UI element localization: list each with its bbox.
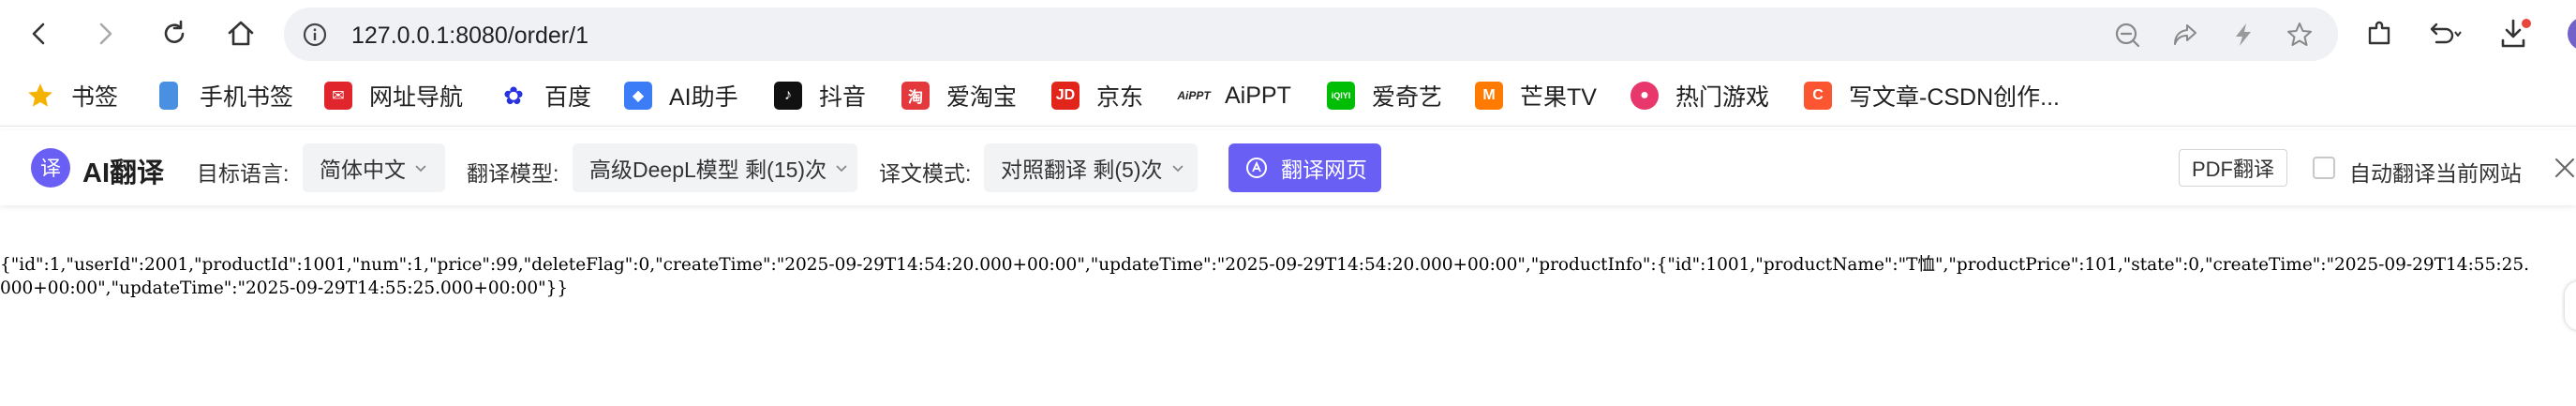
target-language-select[interactable]: 简体中文 bbox=[303, 143, 445, 192]
chevron-down-icon bbox=[836, 165, 847, 173]
home-icon bbox=[228, 21, 254, 46]
bookmark-label: 手机书签 bbox=[200, 84, 294, 111]
bookmark-label: 百度 bbox=[544, 84, 592, 111]
pdf-translate-button[interactable]: PDF翻译 bbox=[2179, 149, 2287, 187]
close-icon[interactable] bbox=[2554, 157, 2576, 179]
floating-side-button[interactable] bbox=[2565, 281, 2576, 330]
iqiyi-icon: iQIYI bbox=[1327, 82, 1355, 110]
translator-brand: AI翻译 bbox=[82, 158, 165, 188]
translate-page-label: 翻译网页 bbox=[1281, 158, 1367, 182]
translate-page-button[interactable]: 翻译网页 bbox=[1228, 143, 1381, 192]
mobile-icon bbox=[159, 82, 178, 110]
reload-button[interactable] bbox=[156, 15, 193, 53]
bookmark-item[interactable]: JD 京东 bbox=[1051, 80, 1143, 112]
reload-icon bbox=[164, 20, 185, 43]
bookmark-label: 写文章-CSDN创作... bbox=[1849, 84, 2061, 111]
download-button[interactable] bbox=[2498, 15, 2536, 53]
bookmark-label: AiPPT bbox=[1225, 82, 1291, 109]
model-value: 高级DeepL模型 剩(15)次 bbox=[589, 158, 827, 182]
bookmark-label: 爱淘宝 bbox=[946, 84, 1018, 111]
nav-site-icon: ✉ bbox=[324, 82, 352, 110]
douyin-icon: ♪ bbox=[774, 82, 802, 110]
ai-assistant-icon: ◆ bbox=[624, 82, 652, 110]
back-button[interactable] bbox=[21, 15, 58, 53]
pdf-translate-label: PDF翻译 bbox=[2191, 158, 2274, 181]
download-icon bbox=[2501, 19, 2531, 48]
star-bookmark-icon bbox=[28, 83, 52, 107]
chevron-down-icon bbox=[415, 165, 426, 173]
forward-icon bbox=[99, 23, 112, 45]
bookmark-label: 芒果TV bbox=[1520, 84, 1597, 111]
bookmark-label: 抖音 bbox=[819, 84, 867, 111]
bookmark-label: 网址导航 bbox=[369, 84, 464, 111]
undo-button[interactable] bbox=[2427, 15, 2464, 53]
baidu-paw-icon: ✿ bbox=[499, 82, 528, 110]
address-bar[interactable]: 127.0.0.1:8080/order/1 bbox=[284, 8, 2338, 61]
url-text[interactable]: 127.0.0.1:8080/order/1 bbox=[351, 23, 588, 50]
mango-tv-icon: M bbox=[1475, 82, 1503, 110]
mode-select[interactable]: 对照翻译 剩(5)次 bbox=[984, 143, 1198, 192]
bookmark-folder[interactable]: 书签 bbox=[26, 80, 118, 112]
bookmarks-bar: 书签 手机书签 ✉ 网址导航 ✿ 百度 ◆ AI助手 ♪ 抖音 淘 爱淘宝 JD… bbox=[0, 68, 2576, 127]
home-button[interactable] bbox=[222, 15, 260, 53]
bookmark-item[interactable]: ● 热门游戏 bbox=[1630, 80, 1769, 112]
bookmark-label: AI助手 bbox=[669, 84, 738, 111]
zoom-out-icon[interactable] bbox=[2114, 22, 2140, 48]
bolt-icon[interactable] bbox=[2230, 22, 2256, 48]
translation-toolbar: 译 AI翻译 目标语言: 简体中文 翻译模型: 高级DeepL模型 剩(15)次… bbox=[0, 130, 2576, 205]
auto-translate-label: 自动翻译当前网站 bbox=[2349, 161, 2522, 186]
bookmark-label: 爱奇艺 bbox=[1372, 84, 1443, 111]
bookmark-item[interactable]: ✉ 网址导航 bbox=[324, 80, 463, 112]
extensions-button[interactable] bbox=[2360, 15, 2398, 53]
taobao-icon: 淘 bbox=[901, 82, 930, 110]
extensions-icon bbox=[2368, 21, 2390, 45]
jd-icon: JD bbox=[1051, 82, 1080, 110]
bookmark-item[interactable]: iQIYI 爱奇艺 bbox=[1327, 80, 1442, 112]
bookmark-item[interactable]: C 写文章-CSDN创作... bbox=[1804, 80, 2060, 112]
chevron-down-icon bbox=[1171, 165, 1184, 173]
model-select[interactable]: 高级DeepL模型 剩(15)次 bbox=[573, 143, 857, 192]
bookmark-label: 京东 bbox=[1096, 84, 1144, 111]
ai-translate-logo-icon: 译 bbox=[31, 148, 70, 188]
bookmark-item[interactable]: ♪ 抖音 bbox=[774, 80, 866, 112]
csdn-icon: C bbox=[1804, 82, 1832, 110]
bookmark-item[interactable]: AiPPT AiPPT bbox=[1177, 80, 1291, 112]
bookmark-label: 热门游戏 bbox=[1675, 84, 1770, 111]
undo-icon bbox=[2430, 23, 2462, 44]
forward-button[interactable] bbox=[86, 15, 124, 53]
star-icon[interactable] bbox=[2286, 22, 2313, 48]
svg-text:译: 译 bbox=[40, 158, 61, 181]
back-icon bbox=[32, 23, 45, 45]
bookmark-item[interactable]: ✿ 百度 bbox=[499, 80, 591, 112]
browser-toolbar: 127.0.0.1:8080/order/1 bbox=[0, 0, 2576, 68]
games-icon: ● bbox=[1630, 82, 1659, 110]
avatar[interactable] bbox=[2568, 17, 2576, 51]
model-label: 翻译模型: bbox=[467, 161, 559, 186]
bookmark-label: 书签 bbox=[71, 84, 119, 111]
mode-value: 对照翻译 剩(5)次 bbox=[1001, 158, 1163, 182]
mode-label: 译文模式: bbox=[879, 161, 972, 186]
auto-translate-checkbox[interactable] bbox=[2313, 157, 2335, 179]
target-language-value: 简体中文 bbox=[320, 158, 406, 182]
bookmark-item[interactable]: ◆ AI助手 bbox=[624, 80, 738, 112]
target-language-label: 目标语言: bbox=[197, 161, 290, 186]
bookmark-item[interactable]: 手机书签 bbox=[155, 80, 293, 112]
aippt-icon: AiPPT bbox=[1177, 82, 1211, 110]
bookmark-item[interactable]: M 芒果TV bbox=[1475, 80, 1597, 112]
translate-icon bbox=[1246, 158, 1267, 178]
share-icon[interactable] bbox=[2172, 22, 2198, 48]
info-icon[interactable] bbox=[303, 23, 327, 47]
json-response-text: {"id":1,"userId":2001,"productId":1001,"… bbox=[0, 255, 2530, 298]
bookmark-item[interactable]: 淘 爱淘宝 bbox=[901, 80, 1017, 112]
